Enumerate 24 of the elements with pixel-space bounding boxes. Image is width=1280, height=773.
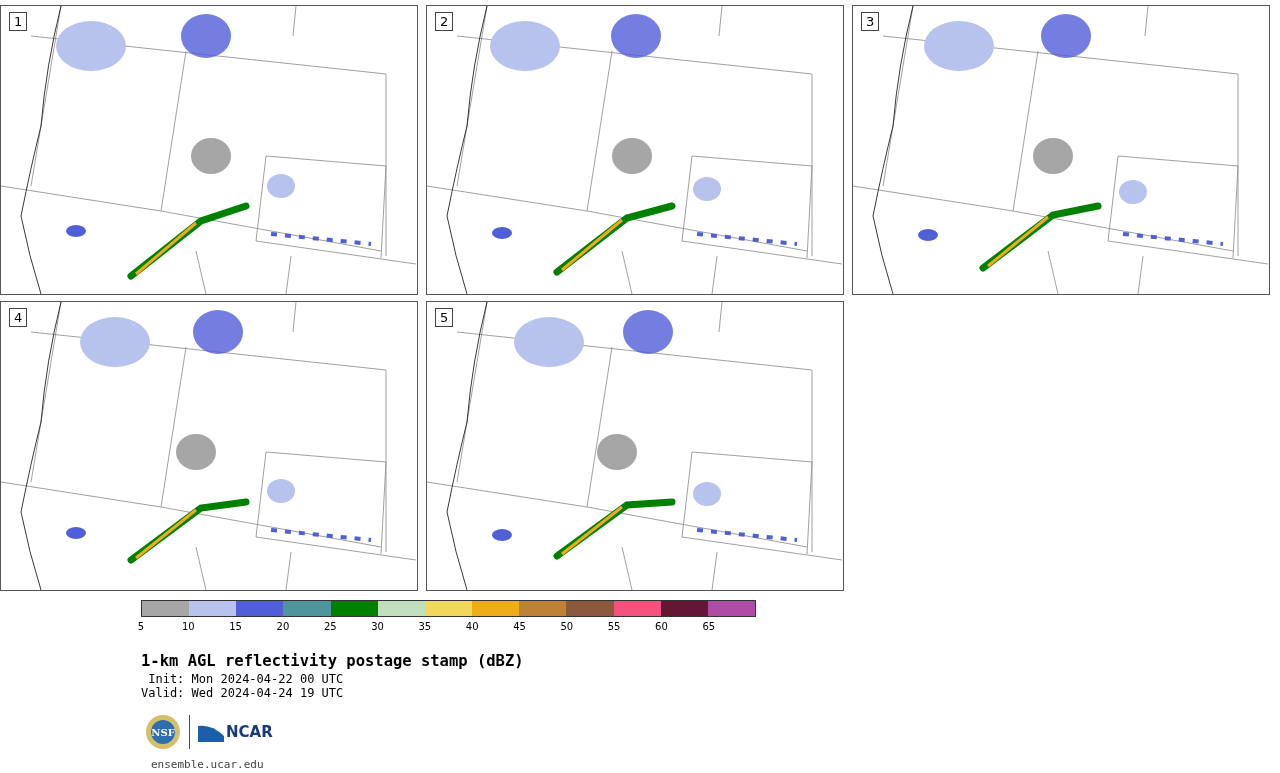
tick-label: 65 [702,620,716,632]
panel-number: 2 [435,12,454,31]
valid-time: Valid: Wed 2024-04-24 19 UTC [141,686,345,700]
tick-label: 30 [371,620,384,632]
tick-label: 20 [276,620,290,632]
tick-label: 10 [181,620,195,632]
init-time: Init: Mon 2024-04-22 00 UTC [147,672,345,686]
tick-label: 55 [607,620,621,632]
website-url: ensemble.ucar.edu [151,758,265,771]
tick-label: 5 [137,620,145,632]
panel-number: 4 [9,308,28,327]
panel-number: 5 [435,308,454,327]
tick-label: 45 [513,620,526,632]
panel-number: 1 [9,12,28,31]
nsf-logo: NSF [145,714,181,750]
tick-label: 35 [418,620,432,632]
tick-label: 15 [229,620,242,632]
panel-number: 3 [861,12,880,31]
tick-label: 50 [560,620,574,632]
tick-label: 40 [465,620,479,632]
tick-label: 25 [323,620,337,632]
ncar-logo: NCAR [198,722,273,742]
plot-title: 1-km AGL reflectivity postage stamp (dBZ) [141,652,525,670]
tick-label: 60 [655,620,668,632]
